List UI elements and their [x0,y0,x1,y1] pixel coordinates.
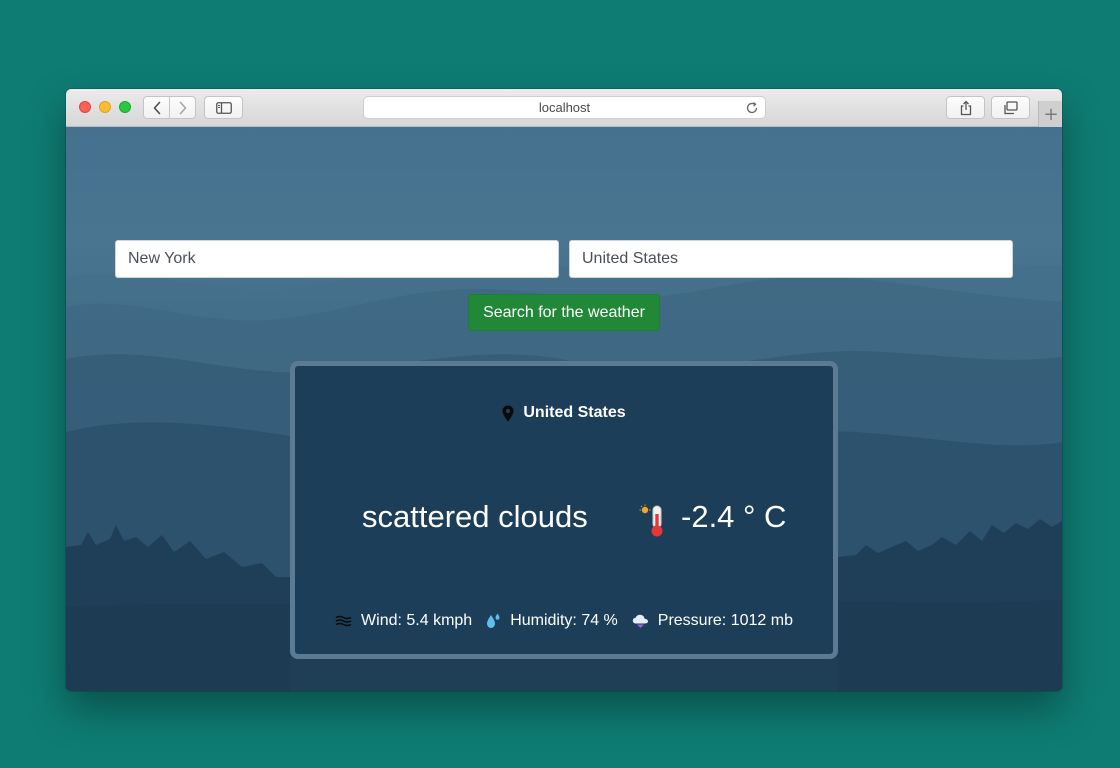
back-button[interactable] [144,97,169,118]
weather-details-row: Wind: 5.4 kmph Humidity: 74 % Pressure: … [295,612,833,630]
map-pin-icon [502,405,514,422]
forward-button[interactable] [169,97,195,118]
pressure-text: Pressure: 1012 mb [657,612,793,629]
sidebar-icon [215,101,232,114]
wind-detail: Wind: 5.4 kmph [335,612,472,630]
reload-icon[interactable] [745,101,759,115]
weather-card: United States scattered clouds -2.4 ° C … [290,361,838,659]
weather-description: scattered clouds [362,499,588,534]
location-name: United States [523,404,626,421]
chevron-right-icon [179,101,186,114]
tabs-overview-icon [1004,100,1018,114]
minimize-window-button[interactable] [99,101,111,113]
browser-window: localhost + Search for the weather [66,89,1062,691]
thermometer-icon [639,504,667,543]
address-text: localhost [538,100,591,115]
city-input[interactable] [115,240,559,278]
share-button[interactable] [946,96,985,119]
tab-overview-button[interactable] [991,96,1030,119]
pressure-detail: Pressure: 1012 mb [632,612,793,630]
chevron-left-icon [153,101,160,114]
new-tab-button[interactable]: + [1038,101,1062,127]
page-content: Search for the weather United States sca… [66,127,1062,691]
wind-icon [335,615,352,627]
humidity-text: Humidity: 74 % [510,612,618,629]
search-button-label: Search for the weather [483,303,645,321]
plus-icon: + [1043,103,1059,125]
maximize-window-button[interactable] [119,101,131,113]
browser-toolbar: localhost + [66,89,1062,127]
wind-text: Wind: 5.4 kmph [361,612,473,629]
share-icon [960,100,971,115]
cloud-pressure-icon [632,614,649,629]
navigation-buttons [143,96,196,119]
location-row: United States [295,404,833,422]
close-window-button[interactable] [79,101,91,113]
sidebar-toggle-button[interactable] [204,96,243,119]
address-bar[interactable]: localhost [363,96,766,119]
country-input[interactable] [569,240,1013,278]
humidity-detail: Humidity: 74 % [486,612,618,630]
droplet-icon [486,613,501,629]
temperature-value: -2.4 ° C [681,499,787,534]
search-weather-button[interactable]: Search for the weather [468,294,660,331]
